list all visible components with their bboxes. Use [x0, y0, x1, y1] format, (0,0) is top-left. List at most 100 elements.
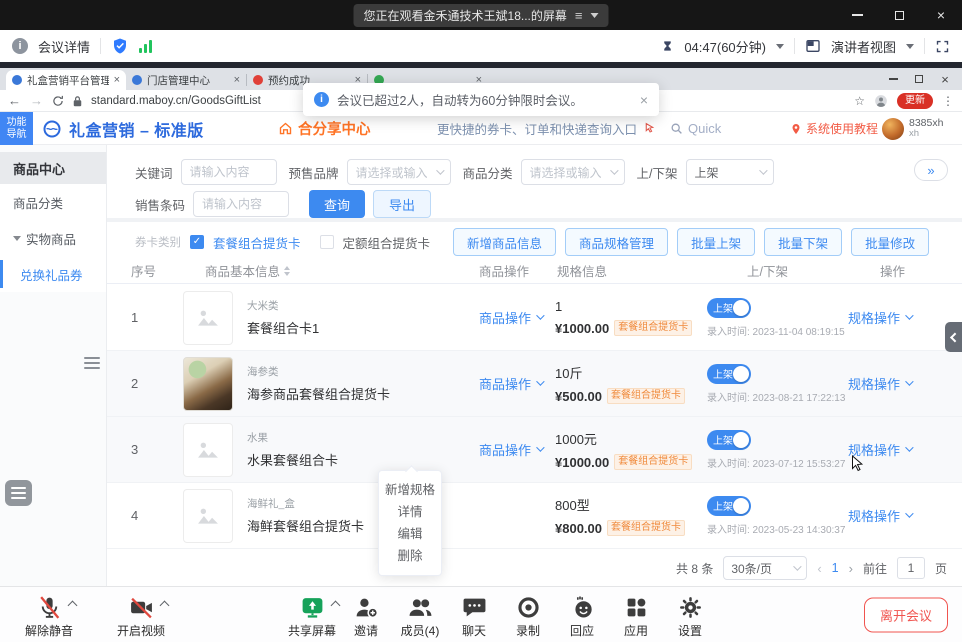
view-caret-icon[interactable]: [906, 44, 914, 49]
timer-caret-icon[interactable]: [776, 44, 784, 49]
browser-tab[interactable]: 门店管理中心 ×: [126, 70, 246, 90]
quick-search[interactable]: Quick: [670, 121, 721, 136]
browser-maximize-button[interactable]: [906, 75, 932, 83]
fullscreen-icon[interactable]: [935, 39, 950, 54]
function-nav-button[interactable]: 功能 导航: [0, 112, 33, 145]
shelf-toggle[interactable]: 上架: [707, 496, 751, 516]
add-product-button[interactable]: 新增商品信息: [453, 228, 556, 256]
close-button[interactable]: ×: [920, 0, 962, 30]
menu-item-edit[interactable]: 编辑: [379, 523, 441, 545]
invite-button[interactable]: 邀请: [339, 594, 393, 639]
category-select[interactable]: 请选择或输入: [521, 159, 625, 185]
minimize-button[interactable]: [836, 0, 878, 30]
menu-item-delete[interactable]: 删除: [379, 545, 441, 567]
batch-off-button[interactable]: 批量下架: [764, 228, 842, 256]
forward-icon[interactable]: →: [30, 94, 43, 107]
browser-minimize-button[interactable]: [880, 78, 906, 80]
info-icon[interactable]: i: [12, 38, 28, 54]
keyword-input[interactable]: [181, 159, 277, 185]
profile-icon[interactable]: [874, 94, 888, 108]
tutorial-link[interactable]: 系统使用教程: [790, 112, 878, 145]
batch-edit-button[interactable]: 批量修改: [851, 228, 929, 256]
checkbox-checked-icon[interactable]: ✓: [190, 235, 204, 249]
screen-watching-banner[interactable]: 您正在观看金禾通技术王斌18...的屏幕 ≡: [354, 4, 609, 27]
start-video-button[interactable]: 开启视频: [106, 594, 176, 639]
goto-page-input[interactable]: [897, 557, 925, 579]
record-time: 录入时间: 2023-05-23 14:30:37: [707, 521, 842, 536]
record-button[interactable]: 录制: [501, 594, 555, 639]
sidebar-item-category[interactable]: 商品分类: [0, 184, 106, 220]
shelf-toggle[interactable]: 上架: [707, 298, 751, 318]
current-page[interactable]: 1: [832, 561, 839, 575]
meeting-list-widget[interactable]: [5, 480, 32, 506]
header-info[interactable]: 商品基本信息: [167, 261, 467, 280]
maximize-button[interactable]: [878, 0, 920, 30]
banner-menu-icon[interactable]: ≡: [575, 9, 583, 22]
settings-label: 设置: [678, 622, 702, 639]
chrome-update-badge[interactable]: 更新: [897, 93, 933, 109]
browser-tab-active[interactable]: 礼盒营销平台管理中心 ×: [6, 70, 126, 90]
meeting-timer[interactable]: 04:47(60分钟): [684, 37, 766, 56]
search-button[interactable]: 查询: [309, 190, 365, 218]
spec-op-dropdown[interactable]: 规格操作: [848, 506, 911, 525]
bookmark-star-icon[interactable]: ☆: [854, 94, 865, 108]
tab-close-icon[interactable]: ×: [114, 75, 120, 86]
toggle-label: 上架: [713, 432, 733, 447]
mic-options-caret-icon[interactable]: [67, 601, 77, 611]
barcode-input[interactable]: [193, 191, 289, 217]
spec-op-dropdown[interactable]: 规格操作: [848, 308, 911, 327]
shelf-toggle[interactable]: 上架: [707, 364, 751, 384]
product-op-dropdown[interactable]: 商品操作: [479, 308, 542, 327]
url-text[interactable]: standard.maboy.cn/GoodsGiftList: [91, 95, 261, 107]
members-button[interactable]: 成员(4): [393, 594, 447, 639]
sidebar-item-physical[interactable]: 实物商品: [0, 220, 106, 256]
unmute-button[interactable]: 解除静音: [14, 594, 84, 639]
batch-on-button[interactable]: 批量上架: [677, 228, 755, 256]
tab-close-icon[interactable]: ×: [234, 75, 240, 86]
user-box[interactable]: 8385xh xh: [882, 112, 943, 145]
spec-op-dropdown[interactable]: 规格操作: [848, 374, 911, 393]
chevron-down-icon: [905, 377, 913, 385]
reload-icon[interactable]: [52, 95, 64, 107]
spec-info: 800型 ¥800.00套餐组合提货卡: [549, 495, 697, 536]
menu-item-add-spec[interactable]: 新增规格: [379, 479, 441, 501]
checkbox-unchecked-icon[interactable]: [320, 235, 334, 249]
back-icon[interactable]: ←: [8, 94, 21, 107]
meeting-details-link[interactable]: 会议详情: [38, 37, 90, 56]
product-op-dropdown-open[interactable]: 商品操作: [479, 440, 542, 459]
sidebar-item-gift-voucher[interactable]: 兑换礼品券: [0, 256, 106, 292]
video-options-caret-icon[interactable]: [159, 601, 169, 611]
shelf-toggle[interactable]: 上架: [707, 430, 751, 450]
toast-close-icon[interactable]: ×: [640, 93, 648, 107]
browser-menu-icon[interactable]: ⋮: [942, 94, 954, 108]
apps-button[interactable]: 应用: [609, 594, 663, 639]
chat-button[interactable]: 聊天: [447, 594, 501, 639]
checkbox-combo-label[interactable]: 套餐组合提货卡: [213, 233, 301, 252]
divider: [924, 38, 925, 54]
sidebar-collapse-icon[interactable]: [84, 357, 100, 369]
app-title: 礼盒营销 – 标准版: [69, 117, 204, 141]
chat-icon: [462, 595, 487, 620]
settings-button[interactable]: 设置: [663, 594, 717, 639]
security-shield-icon[interactable]: [111, 37, 129, 55]
shelf-select[interactable]: 上架: [686, 159, 774, 185]
share-screen-button[interactable]: 共享屏幕: [285, 594, 339, 639]
page-size-select[interactable]: 30条/页: [723, 556, 807, 580]
export-button[interactable]: 导出: [373, 190, 431, 218]
filter-collapse-button[interactable]: »: [914, 159, 948, 181]
spec-manage-button[interactable]: 商品规格管理: [565, 228, 668, 256]
reactions-button[interactable]: 回应: [555, 594, 609, 639]
menu-item-detail[interactable]: 详情: [379, 501, 441, 523]
network-signal-icon[interactable]: [139, 40, 152, 53]
next-page-icon[interactable]: ›: [849, 561, 853, 576]
view-mode-selector[interactable]: 演讲者视图: [831, 37, 896, 56]
browser-close-button[interactable]: ×: [932, 72, 958, 87]
sort-icon[interactable]: [284, 266, 290, 276]
product-op-dropdown[interactable]: 商品操作: [479, 374, 542, 393]
brand-select[interactable]: 请选择或输入: [347, 159, 451, 185]
leave-meeting-button[interactable]: 离开会议: [864, 597, 948, 632]
side-panel-expand-button[interactable]: [945, 322, 962, 352]
checkbox-fixed-label[interactable]: 定额组合提货卡: [343, 233, 431, 252]
prev-page-icon[interactable]: ‹: [817, 561, 821, 576]
share-center-link[interactable]: 合分享中心: [278, 112, 371, 145]
